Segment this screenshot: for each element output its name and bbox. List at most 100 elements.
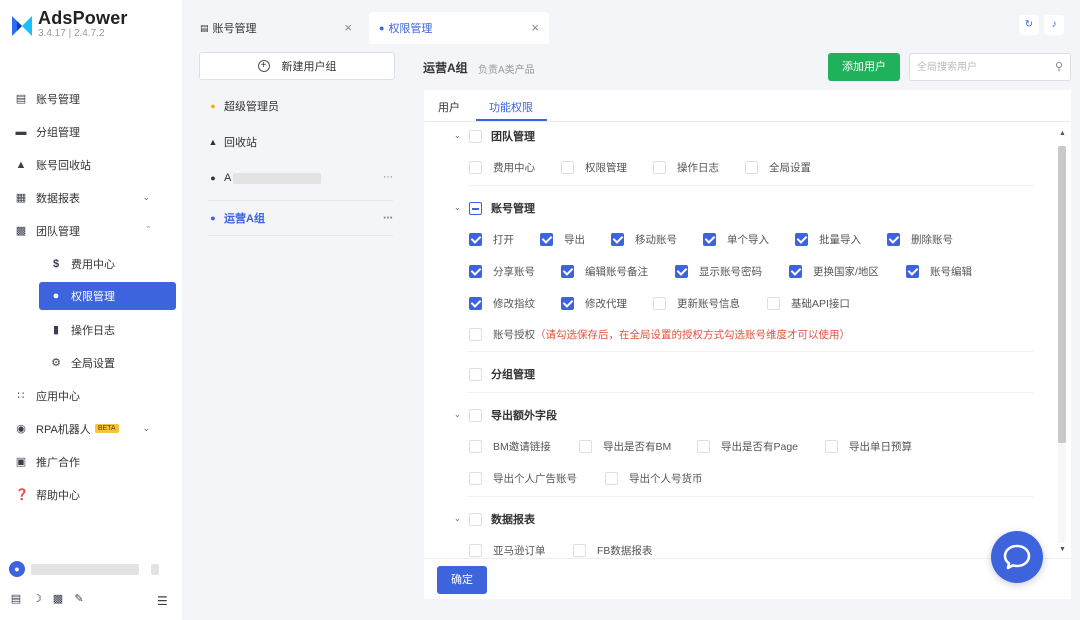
- chevron-down-icon[interactable]: ⌄: [454, 410, 461, 419]
- perm-update-info[interactable]: 更新账号信息: [653, 296, 740, 311]
- sidebar-item-reports[interactable]: ▦ 数据报表 ⌄: [0, 181, 182, 214]
- checkbox[interactable]: [561, 265, 574, 278]
- checkbox[interactable]: [767, 297, 780, 310]
- close-icon[interactable]: ×: [344, 20, 352, 35]
- checkbox[interactable]: [653, 297, 666, 310]
- notification-button[interactable]: ♪: [1044, 15, 1064, 35]
- checkbox[interactable]: [745, 161, 758, 174]
- perm-basic-api[interactable]: 基础API接口: [767, 296, 850, 311]
- checkbox[interactable]: [789, 265, 802, 278]
- checkbox[interactable]: [906, 265, 919, 278]
- chevron-down-icon[interactable]: ⌄: [454, 131, 461, 140]
- tab-accounts[interactable]: ▤ 账号管理 ×: [190, 12, 362, 44]
- perm-billing[interactable]: 费用中心: [469, 160, 535, 175]
- sidebar-item-settings[interactable]: ⚙ 全局设置: [0, 346, 182, 379]
- perm-export-personal-currency[interactable]: 导出个人号货币: [605, 471, 703, 486]
- collapse-sidebar-icon[interactable]: ☰: [157, 594, 168, 608]
- perm-permission-mgmt[interactable]: 权限管理: [561, 160, 627, 175]
- chevron-down-icon[interactable]: ⌄: [454, 203, 461, 212]
- new-group-button[interactable]: + 新建用户组: [199, 52, 395, 80]
- checkbox-export[interactable]: [469, 408, 482, 422]
- refresh-button[interactable]: ↻: [1019, 15, 1039, 35]
- perm-edit-account[interactable]: 账号编辑: [906, 264, 972, 279]
- perm-move-account[interactable]: 移动账号: [611, 232, 677, 247]
- checkbox[interactable]: [579, 440, 592, 453]
- search-icon[interactable]: ⚲: [1055, 60, 1063, 73]
- perm-share-account[interactable]: 分享账号: [469, 264, 535, 279]
- more-icon[interactable]: ⋯: [383, 213, 393, 224]
- perm-export-daily-budget[interactable]: 导出单日预算: [825, 439, 912, 454]
- sidebar-item-accounts[interactable]: ▤ 账号管理: [0, 82, 182, 115]
- scroll-thumb[interactable]: [1058, 146, 1066, 443]
- checkbox-group[interactable]: [469, 367, 482, 381]
- group-item-ops-a[interactable]: ● 运营A组 ⋯: [208, 200, 393, 236]
- group-item-recycle[interactable]: ▲ 回收站: [208, 124, 393, 160]
- perm-amazon-orders[interactable]: 亚马逊订单: [469, 543, 546, 557]
- tab-users[interactable]: 用户: [438, 99, 460, 115]
- checkbox[interactable]: [611, 233, 624, 246]
- perm-delete-account[interactable]: 删除账号: [887, 232, 953, 247]
- checkbox[interactable]: [469, 472, 482, 485]
- tab-permissions[interactable]: ● 权限管理 ×: [369, 12, 549, 44]
- checkbox[interactable]: [469, 265, 482, 278]
- checkbox[interactable]: [795, 233, 808, 246]
- checkbox[interactable]: [703, 233, 716, 246]
- perm-export[interactable]: 导出: [540, 232, 585, 247]
- checkbox[interactable]: [469, 161, 482, 174]
- sidebar-item-recycle[interactable]: ▲ 账号回收站: [0, 148, 182, 181]
- checkbox[interactable]: [469, 233, 482, 246]
- perm-modify-proxy[interactable]: 修改代理: [561, 296, 627, 311]
- checkbox[interactable]: [561, 297, 574, 310]
- confirm-button[interactable]: 确定: [437, 566, 487, 594]
- doc-icon[interactable]: ▤: [10, 593, 22, 605]
- perm-account-auth[interactable]: 账号授权 （请勾选保存后，在全局设置的授权方式勾选账号维度才可以使用）: [469, 327, 850, 342]
- checkbox[interactable]: [561, 161, 574, 174]
- sidebar-item-promo[interactable]: ▣ 推广合作: [0, 445, 182, 478]
- checkbox[interactable]: [675, 265, 688, 278]
- search-input[interactable]: [910, 54, 1040, 80]
- checkbox-report[interactable]: [469, 512, 482, 526]
- checkbox[interactable]: [825, 440, 838, 453]
- group-item-super-admin[interactable]: ● 超级管理员: [208, 88, 393, 124]
- chevron-down-icon[interactable]: ⌄: [454, 514, 461, 523]
- scrollbar[interactable]: ▲ ▼: [1056, 130, 1068, 561]
- sidebar-item-groups[interactable]: ▬ 分组管理: [0, 115, 182, 148]
- close-icon[interactable]: ×: [531, 20, 539, 35]
- checkbox[interactable]: [653, 161, 666, 174]
- chat-support-button[interactable]: [991, 531, 1043, 583]
- perm-modify-fingerprint[interactable]: 修改指纹: [469, 296, 535, 311]
- pencil-icon[interactable]: ✎: [73, 593, 85, 605]
- current-user[interactable]: ●: [9, 561, 159, 577]
- perm-bm-invite[interactable]: BM邀请链接: [469, 439, 551, 454]
- checkbox[interactable]: [697, 440, 710, 453]
- perm-export-personal-ad[interactable]: 导出个人广告账号: [469, 471, 577, 486]
- sidebar-item-help[interactable]: ❓ 帮助中心: [0, 478, 182, 511]
- checkbox[interactable]: [469, 544, 482, 557]
- sidebar-item-apps[interactable]: ∷ 应用中心: [0, 379, 182, 412]
- perm-export-has-page[interactable]: 导出是否有Page: [697, 439, 798, 454]
- perm-fb-report[interactable]: FB数据报表: [573, 543, 652, 557]
- perm-open[interactable]: 打开: [469, 232, 514, 247]
- checkbox[interactable]: [469, 328, 482, 341]
- checkbox-team[interactable]: [469, 129, 482, 143]
- checkbox[interactable]: [887, 233, 900, 246]
- perm-batch-import[interactable]: 批量导入: [795, 232, 861, 247]
- checkbox-account-indeterminate[interactable]: [469, 201, 482, 215]
- group-item-a[interactable]: ● A ⋯: [208, 160, 393, 196]
- checkbox[interactable]: [605, 472, 618, 485]
- more-icon[interactable]: ⋯: [383, 172, 393, 183]
- perm-show-password[interactable]: 显示账号密码: [675, 264, 762, 279]
- tab-function-permissions[interactable]: 功能权限: [489, 99, 533, 115]
- sidebar-item-billing[interactable]: $ 费用中心: [0, 247, 182, 280]
- sidebar-item-rpa[interactable]: ◉ RPA机器人 BETA ⌄: [0, 412, 182, 445]
- perm-global-settings[interactable]: 全局设置: [745, 160, 811, 175]
- perm-logs[interactable]: 操作日志: [653, 160, 719, 175]
- perm-single-import[interactable]: 单个导入: [703, 232, 769, 247]
- scroll-up-icon[interactable]: ▲: [1059, 130, 1066, 137]
- sidebar-item-logs[interactable]: ▮ 操作日志: [0, 313, 182, 346]
- sidebar-item-permissions[interactable]: ● 权限管理: [39, 282, 176, 310]
- perm-change-country[interactable]: 更换国家/地区: [789, 264, 879, 279]
- perm-export-has-bm[interactable]: 导出是否有BM: [579, 439, 671, 454]
- scroll-down-icon[interactable]: ▼: [1059, 546, 1066, 553]
- checkbox[interactable]: [469, 297, 482, 310]
